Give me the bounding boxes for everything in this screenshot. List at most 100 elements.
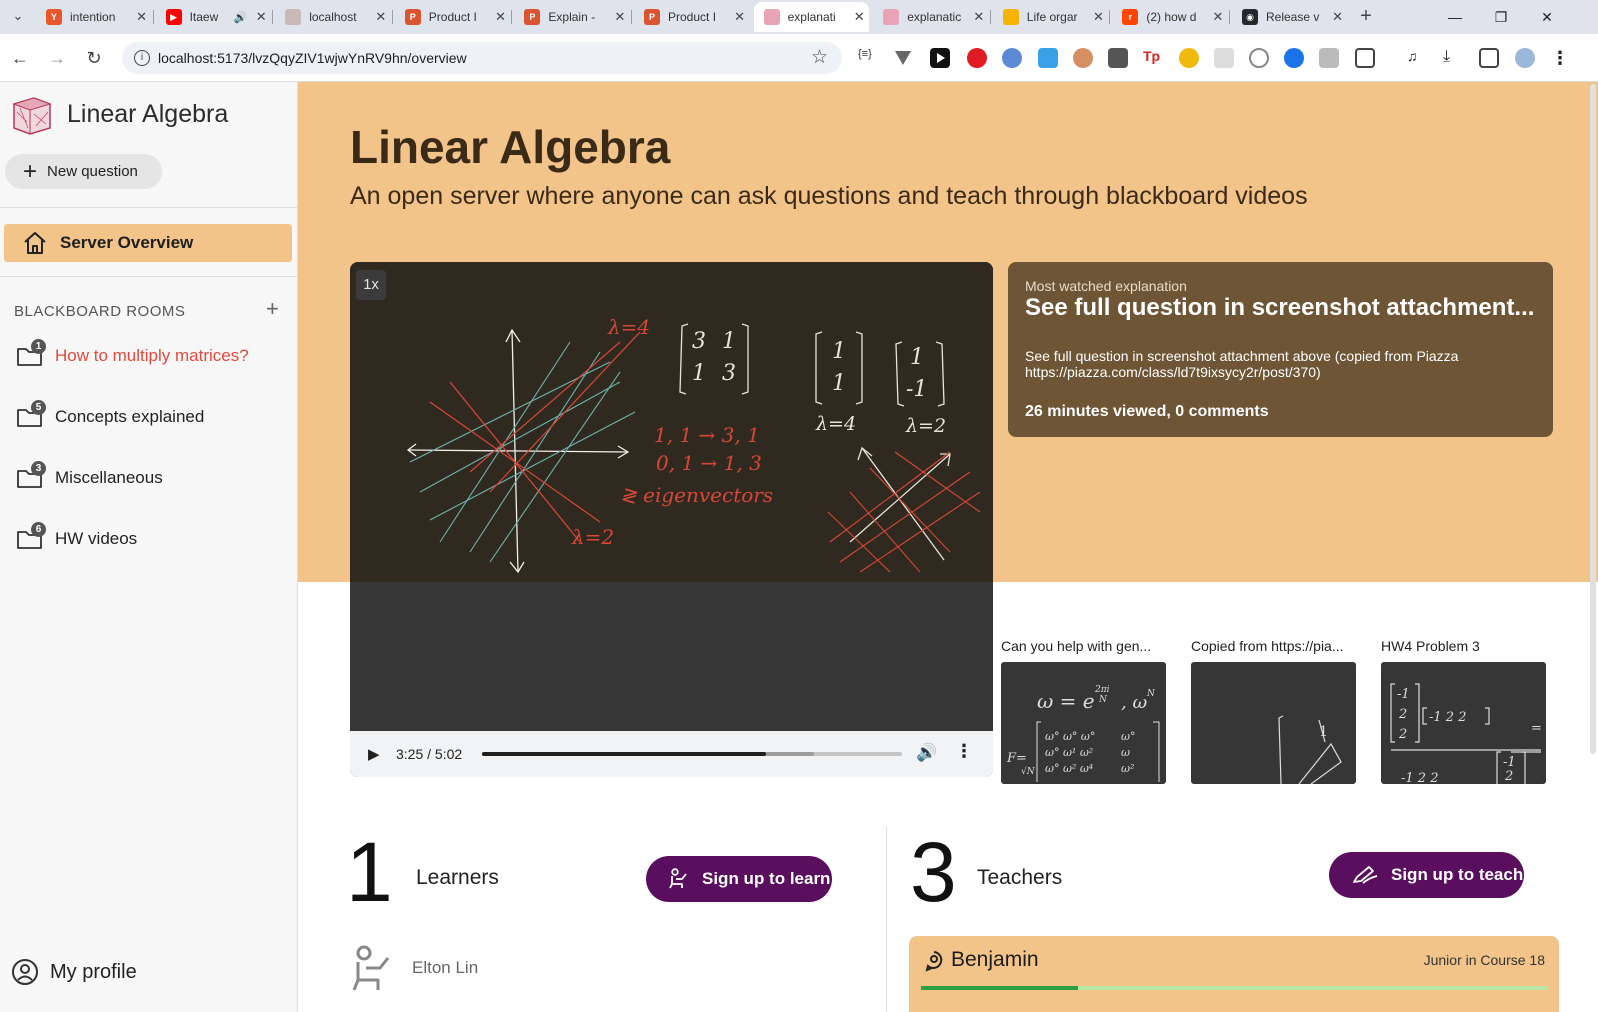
media-control-icon[interactable]: ♫ bbox=[1407, 48, 1427, 68]
new-tab-button[interactable]: + bbox=[1352, 2, 1380, 30]
tab-close-icon[interactable]: ✕ bbox=[490, 9, 510, 25]
browser-tab[interactable]: explanatic ✕ bbox=[873, 2, 989, 32]
room-item[interactable]: 3 Miscellaneous bbox=[16, 461, 163, 494]
video-thumbnail[interactable]: Can you help with gen... ω = e 2πi N , ωN … bbox=[1001, 638, 1166, 784]
browser-tab[interactable]: Yintention ✕ bbox=[36, 2, 152, 32]
video-thumbnail[interactable]: Copied from https://pia... 1 bbox=[1191, 638, 1356, 784]
tab-close-icon[interactable]: ✕ bbox=[849, 9, 869, 25]
side-panel-icon[interactable] bbox=[1479, 48, 1499, 68]
tab-separator bbox=[391, 10, 393, 24]
extension-circle-icon[interactable] bbox=[1249, 48, 1269, 68]
browser-tab[interactable]: r (2) how d ✕ bbox=[1112, 2, 1228, 32]
room-item[interactable]: 6 HW videos bbox=[16, 522, 137, 555]
app-logo-icon[interactable] bbox=[8, 92, 54, 138]
profile-avatar-icon[interactable] bbox=[1515, 48, 1535, 68]
site-info-icon[interactable]: i bbox=[134, 50, 150, 66]
extension-binance-icon[interactable] bbox=[1179, 48, 1199, 68]
tab-favicon-icon: ▶ bbox=[165, 9, 182, 25]
tab-search-button[interactable]: ⌄ bbox=[4, 2, 32, 30]
minimize-button[interactable]: — bbox=[1432, 4, 1478, 30]
tab-close-icon[interactable]: ✕ bbox=[610, 9, 630, 25]
tab-favicon-icon bbox=[285, 9, 302, 25]
restore-button[interactable]: ❐ bbox=[1478, 4, 1524, 30]
bookmark-star-icon[interactable]: ☆ bbox=[811, 46, 828, 69]
server-overview-link[interactable]: Server Overview bbox=[4, 224, 292, 262]
reload-button[interactable]: ↻ bbox=[80, 44, 108, 72]
extension-avatar-icon[interactable] bbox=[1073, 48, 1093, 68]
thumbnail-image[interactable]: -1 2 2 -1 2 2 -1 2 -1 2 2 = bbox=[1381, 662, 1546, 784]
most-watched-label: Most watched explanation bbox=[1025, 278, 1187, 294]
browser-tab[interactable]: ◉ Release v ✕ bbox=[1232, 2, 1348, 32]
extension-vue-icon[interactable] bbox=[893, 48, 913, 68]
seated-learner-icon bbox=[352, 945, 390, 991]
browser-tab[interactable]: P Product I ✕ bbox=[395, 2, 511, 32]
tab-close-icon[interactable]: ✕ bbox=[371, 9, 391, 25]
new-question-button[interactable]: + New question bbox=[5, 154, 162, 189]
url-text[interactable]: localhost:5173/lvzQqyZIV1wjwYnRV9hn/over… bbox=[158, 50, 467, 66]
tab-close-icon[interactable]: ✕ bbox=[1088, 9, 1108, 25]
svg-text:=: = bbox=[1531, 721, 1542, 736]
learner-list-item[interactable]: Elton Lin bbox=[350, 944, 478, 992]
most-watched-card[interactable]: Most watched explanation See full questi… bbox=[1008, 262, 1553, 437]
tab-close-icon[interactable]: ✕ bbox=[1208, 9, 1228, 25]
sign-up-to-teach-button[interactable]: Sign up to teach bbox=[1329, 852, 1524, 898]
room-item[interactable]: 1 How to multiply matrices? bbox=[16, 339, 249, 372]
extension-faded-icon[interactable] bbox=[1214, 48, 1234, 68]
teacher-card[interactable]: Benjamin Junior in Course 18 bbox=[909, 936, 1559, 1012]
page-scrollbar[interactable] bbox=[1590, 84, 1596, 754]
svg-text:2: 2 bbox=[1398, 707, 1407, 722]
svg-text:1: 1 bbox=[832, 339, 846, 364]
blackboard-video-frame[interactable]: 3113 11 1 -1 λ=4 λ=2 λ=4 λ=2 1, 1 → 3, 1 0, … bbox=[350, 262, 993, 582]
add-room-button[interactable]: + bbox=[266, 296, 279, 322]
extension-gray-icon[interactable] bbox=[1319, 48, 1339, 68]
address-bar[interactable]: i localhost:5173/lvzQqyZIV1wjwYnRV9hn/ov… bbox=[122, 42, 842, 74]
tab-close-icon[interactable]: ✕ bbox=[730, 9, 750, 25]
extension-blue-icon[interactable] bbox=[1284, 48, 1304, 68]
extension-adblock-icon[interactable] bbox=[967, 48, 987, 68]
thumbnail-caption: Copied from https://pia... bbox=[1191, 638, 1344, 654]
tab-close-icon[interactable]: ✕ bbox=[1328, 9, 1348, 25]
video-time: 3:25 / 5:02 bbox=[396, 746, 463, 762]
more-options-icon[interactable]: ⋮ bbox=[955, 741, 973, 762]
video-player[interactable]: 3113 11 1 -1 λ=4 λ=2 λ=4 λ=2 1, 1 → 3, 1 0, … bbox=[350, 262, 993, 777]
svg-text:-1 2 2: -1 2 2 bbox=[1401, 771, 1438, 784]
play-icon[interactable]: ▶ bbox=[368, 745, 384, 763]
tab-close-icon[interactable]: ✕ bbox=[969, 9, 989, 25]
forward-button[interactable]: → bbox=[43, 44, 71, 72]
browser-tab[interactable]: Life orgar ✕ bbox=[993, 2, 1109, 32]
browser-tab[interactable]: ▶ Itaew 🔊 ✕ bbox=[156, 2, 272, 32]
svg-text:N: N bbox=[1146, 689, 1156, 699]
tab-audio-icon[interactable]: 🔊 bbox=[233, 11, 247, 24]
extension-tp-icon[interactable]: Tp bbox=[1143, 48, 1163, 68]
extension-chat-icon[interactable] bbox=[1002, 48, 1022, 68]
browser-menu-icon[interactable]: ⋮ bbox=[1550, 48, 1570, 68]
browser-tab[interactable]: P Explain - ✕ bbox=[514, 2, 630, 32]
browser-tab[interactable]: explanati ✕ bbox=[753, 2, 870, 32]
sign-up-to-learn-button[interactable]: Sign up to learn bbox=[646, 856, 832, 902]
close-window-button[interactable]: ✕ bbox=[1524, 4, 1570, 30]
my-profile-link[interactable]: My profile bbox=[12, 959, 137, 985]
extension-grid-icon[interactable] bbox=[1038, 48, 1058, 68]
download-icon[interactable]: ⤓ bbox=[1443, 48, 1463, 68]
teacher-progress-bar bbox=[921, 986, 1547, 990]
extension-youtube-icon[interactable] bbox=[930, 48, 950, 68]
browser-tab[interactable]: P Product I ✕ bbox=[634, 2, 750, 32]
thumbnail-image[interactable]: ω = e 2πi N , ωN F= √N ω° ω° ω° ω° ω¹ ω² ω° ω… bbox=[1001, 662, 1166, 784]
browser-tab[interactable]: localhost ✕ bbox=[275, 2, 391, 32]
volume-icon[interactable]: 🔊 bbox=[916, 743, 937, 763]
new-question-label: New question bbox=[47, 163, 138, 180]
user-circle-icon bbox=[12, 959, 38, 985]
thumbnail-image[interactable]: 1 bbox=[1191, 662, 1356, 784]
tab-close-icon[interactable]: ✕ bbox=[132, 9, 152, 25]
video-progress-bar[interactable] bbox=[482, 752, 902, 756]
teacher-meta: Junior in Course 18 bbox=[1423, 952, 1545, 968]
extension-thumbsup-icon[interactable] bbox=[1108, 48, 1128, 68]
playback-speed-badge[interactable]: 1x bbox=[356, 270, 386, 300]
back-button[interactable]: ← bbox=[6, 44, 34, 72]
extension-json-icon[interactable]: {≡} bbox=[858, 48, 878, 68]
extensions-puzzle-icon[interactable] bbox=[1355, 48, 1375, 68]
room-item[interactable]: 5 Concepts explained bbox=[16, 400, 204, 433]
svg-text:√N: √N bbox=[1021, 766, 1036, 777]
video-thumbnail[interactable]: HW4 Problem 3 -1 2 2 -1 2 2 -1 2 -1 2 2 = bbox=[1381, 638, 1546, 784]
tab-close-icon[interactable]: ✕ bbox=[251, 9, 271, 25]
